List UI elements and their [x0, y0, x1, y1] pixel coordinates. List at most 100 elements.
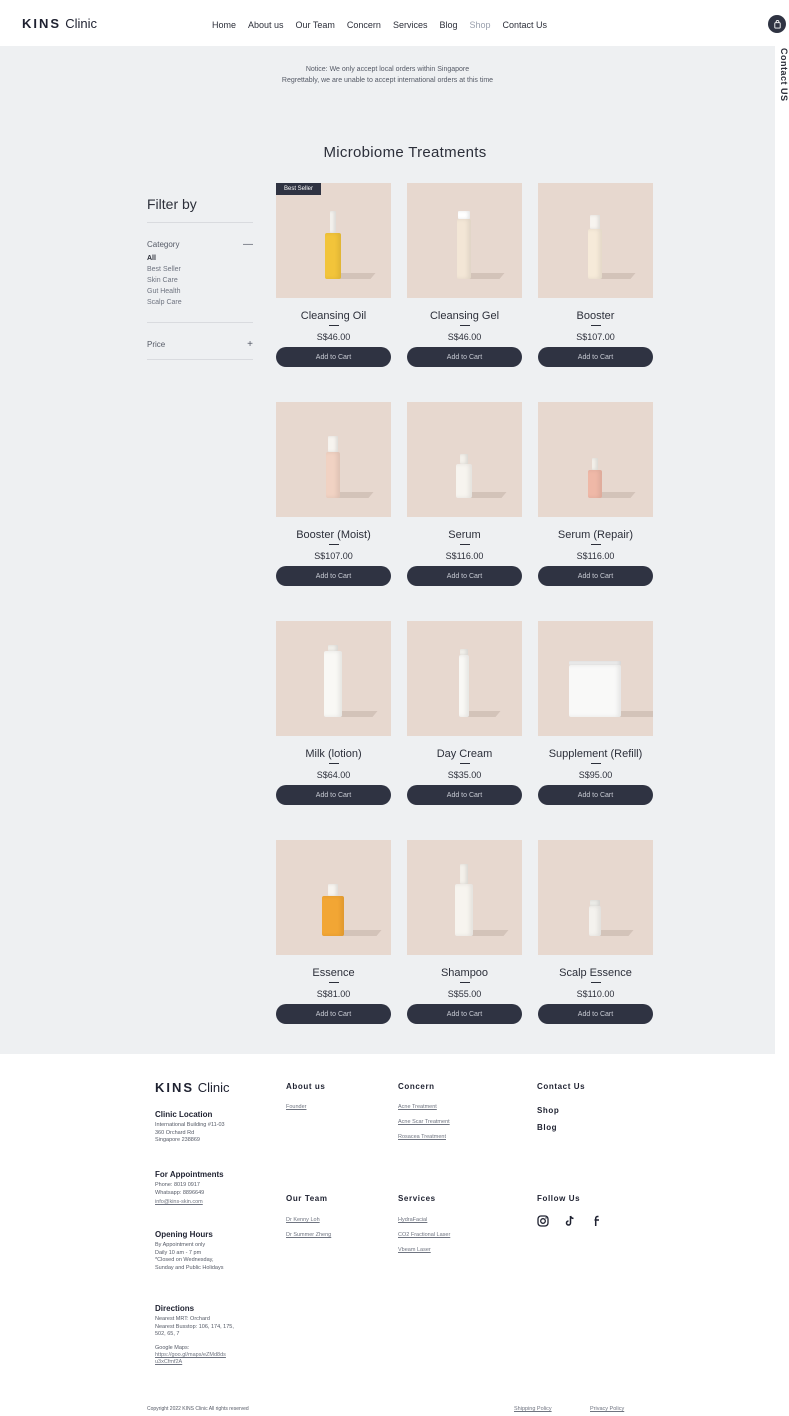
product-image[interactable]: [538, 621, 653, 736]
nav-item-home[interactable]: Home: [212, 20, 236, 30]
instagram-icon[interactable]: [537, 1215, 549, 1227]
shipping-policy-link[interactable]: Shipping Policy: [514, 1406, 552, 1413]
footer-link-service[interactable]: Vbeam Laser: [398, 1247, 450, 1254]
product-card[interactable]: Supplement (Refill) S$95.00 Add to Cart: [538, 621, 653, 805]
product-card[interactable]: Serum (Repair) S$116.00 Add to Cart: [538, 402, 653, 586]
best-seller-badge: Best Seller: [276, 183, 322, 195]
product-image[interactable]: [407, 840, 522, 955]
opening-hours-text: By Appointment only Daily 10 am - 7 pm *Cl…: [155, 1242, 265, 1272]
add-to-cart-button[interactable]: Add to Cart: [407, 347, 522, 367]
nav-item-about-us[interactable]: About us: [248, 20, 284, 30]
product-card[interactable]: Day Cream S$35.00 Add to Cart: [407, 621, 522, 805]
footer-link-service[interactable]: HydraFacial: [398, 1217, 450, 1224]
product-image[interactable]: [276, 621, 391, 736]
add-to-cart-button[interactable]: Add to Cart: [407, 1004, 522, 1024]
product-name[interactable]: Booster: [538, 310, 653, 322]
product-name[interactable]: Cleansing Gel: [407, 310, 522, 322]
nav-item-shop[interactable]: Shop: [469, 20, 490, 30]
product-image[interactable]: [538, 183, 653, 298]
nav-item-our-team[interactable]: Our Team: [296, 20, 335, 30]
maps-link[interactable]: https://goo.gl/maps/eZMd8ds: [155, 1352, 265, 1359]
hours-line: *Closed on Wednesday,: [155, 1257, 214, 1263]
footer-link-team[interactable]: Dr Summer Zheng: [286, 1232, 331, 1239]
add-to-cart-button[interactable]: Add to Cart: [276, 566, 391, 586]
add-to-cart-button[interactable]: Add to Cart: [407, 566, 522, 586]
footer-link-team[interactable]: Dr Kenny Loh: [286, 1217, 331, 1224]
contact-side-tab[interactable]: Contact US: [775, 48, 789, 108]
category-item[interactable]: All: [147, 253, 253, 264]
nav-item-concern[interactable]: Concern: [347, 20, 381, 30]
product-image[interactable]: [538, 840, 653, 955]
footer-link-concern[interactable]: Rosacea Treatment: [398, 1134, 450, 1141]
product-card[interactable]: Best Seller Cleansing Oil S$46.00 Add to Ca…: [276, 183, 391, 367]
product-card[interactable]: Shampoo S$55.00 Add to Cart: [407, 840, 522, 1024]
product-image[interactable]: [276, 840, 391, 955]
category-item[interactable]: Best Seller: [147, 264, 253, 275]
product-image[interactable]: [538, 402, 653, 517]
product-image[interactable]: [407, 402, 522, 517]
product-name[interactable]: Serum (Repair): [538, 529, 653, 541]
add-to-cart-button[interactable]: Add to Cart: [538, 785, 653, 805]
product-price: S$46.00: [447, 332, 482, 342]
nav-item-contact-us[interactable]: Contact Us: [503, 20, 548, 30]
category-item[interactable]: Scalp Care: [147, 297, 253, 308]
add-to-cart-button[interactable]: Add to Cart: [276, 347, 391, 367]
logo-light: Clinic: [65, 16, 97, 31]
product-image[interactable]: [276, 402, 391, 517]
add-to-cart-button[interactable]: Add to Cart: [276, 785, 391, 805]
category-item[interactable]: Gut Health: [147, 286, 253, 297]
product-card[interactable]: Serum S$116.00 Add to Cart: [407, 402, 522, 586]
product-name[interactable]: Milk (lotion): [276, 748, 391, 760]
add-to-cart-button[interactable]: Add to Cart: [538, 1004, 653, 1024]
blog-link[interactable]: Blog: [537, 1123, 585, 1132]
about-column: About us Founder: [286, 1082, 325, 1119]
footer-link-service[interactable]: CO2 Fractional Laser: [398, 1232, 450, 1239]
cart-button[interactable]: [768, 15, 786, 33]
page-title: Microbiome Treatments: [323, 144, 487, 161]
footer-logo[interactable]: KINS Clinic: [155, 1080, 229, 1095]
concern-heading: Concern: [398, 1082, 435, 1091]
nav-item-services[interactable]: Services: [393, 20, 428, 30]
product-image[interactable]: [407, 183, 522, 298]
maps-link-2[interactable]: u3xCfmf2A: [155, 1359, 265, 1366]
add-to-cart-button[interactable]: Add to Cart: [276, 1004, 391, 1024]
product-name[interactable]: Supplement (Refill): [538, 748, 653, 760]
product-card[interactable]: Booster (Moist) S$107.00 Add to Cart: [276, 402, 391, 586]
notice-line-1: Notice: We only accept local orders with…: [305, 66, 470, 73]
product-cap: [458, 211, 470, 219]
shop-link[interactable]: Shop: [537, 1106, 585, 1115]
product-card[interactable]: Scalp Essence S$110.00 Add to Cart: [538, 840, 653, 1024]
footer-link-founder[interactable]: Founder: [286, 1104, 325, 1111]
product-card[interactable]: Booster S$107.00 Add to Cart: [538, 183, 653, 367]
product-price: S$81.00: [316, 989, 351, 999]
privacy-policy-link[interactable]: Privacy Policy: [590, 1406, 624, 1413]
add-to-cart-button[interactable]: Add to Cart: [538, 347, 653, 367]
product-name[interactable]: Day Cream: [407, 748, 522, 760]
product-image[interactable]: [407, 621, 522, 736]
product-name[interactable]: Serum: [407, 529, 522, 541]
facebook-icon[interactable]: [591, 1215, 603, 1227]
product-card[interactable]: Cleansing Gel S$46.00 Add to Cart: [407, 183, 522, 367]
tiktok-icon[interactable]: [564, 1215, 576, 1227]
price-toggle[interactable]: Price +: [147, 323, 253, 353]
footer-link-concern[interactable]: Acne Treatment: [398, 1104, 450, 1111]
product-card[interactable]: Essence S$81.00 Add to Cart: [276, 840, 391, 1024]
product-bottle: [569, 665, 621, 717]
site-logo[interactable]: KINS Clinic: [22, 16, 97, 31]
product-name[interactable]: Booster (Moist): [276, 529, 391, 541]
product-name[interactable]: Cleansing Oil: [276, 310, 391, 322]
product-name[interactable]: Shampoo: [407, 967, 522, 979]
category-item[interactable]: Skin Care: [147, 275, 253, 286]
product-cap: [569, 661, 621, 665]
email-link[interactable]: info@kins-skin.com: [155, 1199, 265, 1206]
product-card[interactable]: Milk (lotion) S$64.00 Add to Cart: [276, 621, 391, 805]
product-name[interactable]: Essence: [276, 967, 391, 979]
nav-item-blog[interactable]: Blog: [439, 20, 457, 30]
category-toggle[interactable]: Category —: [147, 223, 253, 253]
contact-column: Contact Us Shop Blog: [537, 1082, 585, 1132]
product-image[interactable]: Best Seller: [276, 183, 391, 298]
add-to-cart-button[interactable]: Add to Cart: [538, 566, 653, 586]
product-name[interactable]: Scalp Essence: [538, 967, 653, 979]
footer-link-concern[interactable]: Acne Scar Treatment: [398, 1119, 450, 1126]
add-to-cart-button[interactable]: Add to Cart: [407, 785, 522, 805]
